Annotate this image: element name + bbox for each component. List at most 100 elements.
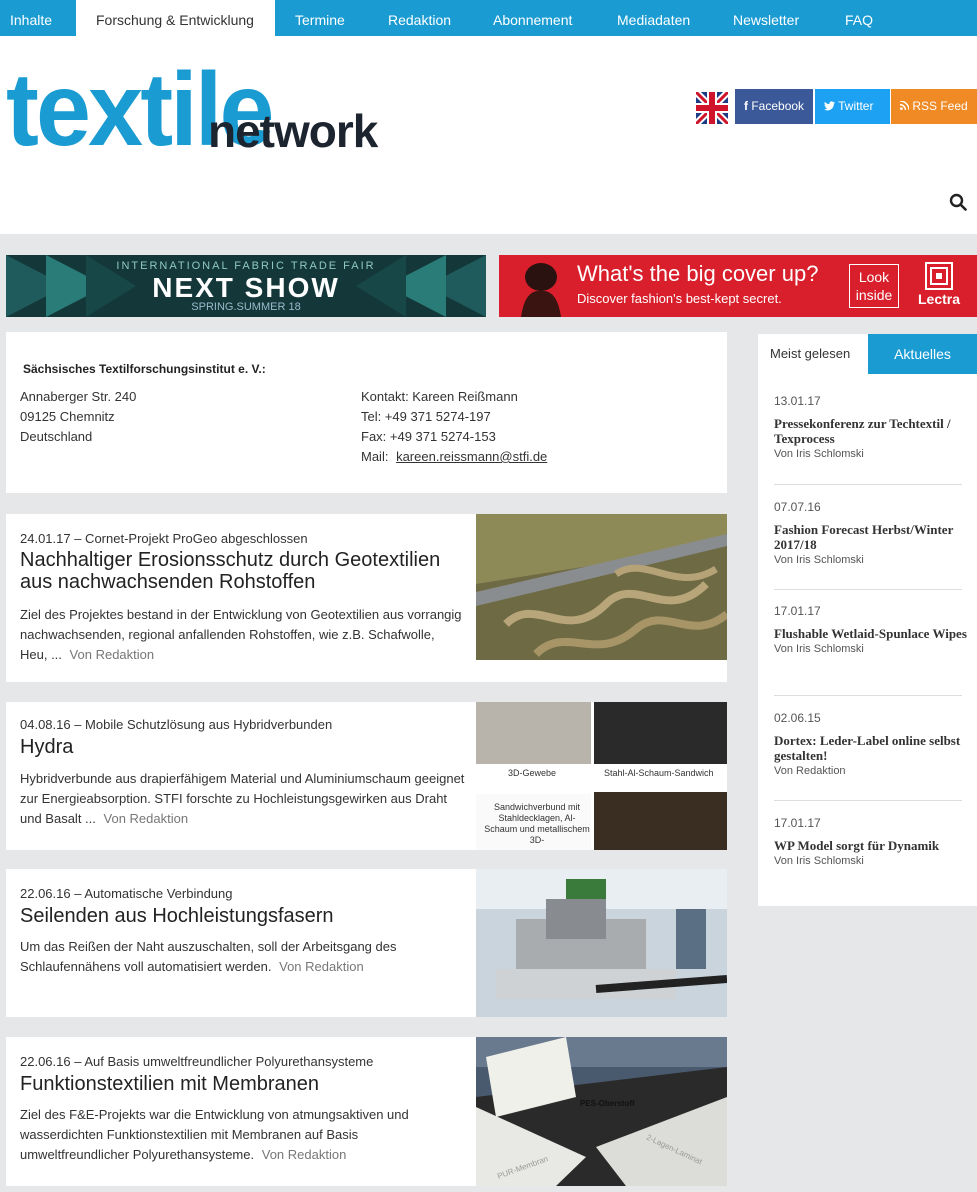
article-image[interactable] — [476, 869, 727, 1017]
twitter-label: Twitter — [838, 99, 874, 113]
nav-item-forschung-entwicklung[interactable]: Forschung & Entwicklung — [76, 0, 275, 36]
rss-icon — [899, 99, 912, 113]
sidebar-item-title[interactable]: Dortex: Leder-Label online selbst gestal… — [774, 733, 969, 763]
address-country: Deutschland — [20, 429, 93, 444]
nav-item-abonnement[interactable]: Abonnement — [493, 0, 572, 36]
facebook-label: Facebook — [751, 99, 805, 113]
contact-mail-label: Mail: — [361, 449, 389, 464]
article-title[interactable]: Hydra — [20, 736, 470, 758]
image-caption: PES-Oberstoff — [580, 1099, 635, 1108]
look-inside-label-1: Look — [858, 269, 890, 285]
rss-feed-button[interactable]: RSS Feed — [891, 89, 977, 124]
sidebar-item-title[interactable]: Pressekonferenz zur Techtextil / Texproc… — [774, 416, 969, 446]
image-caption: Sandwichverbund mit Stahldecklagen, Al-S… — [484, 802, 590, 845]
twitter-button[interactable]: Twitter — [815, 89, 890, 124]
article-card[interactable]: 24.01.17 – Cornet-Projekt ProGeo abgesch… — [6, 514, 727, 682]
article-meta: 04.08.16 – Mobile Schutzlösung aus Hybri… — [20, 717, 333, 732]
sidebar-item-author[interactable]: Von Iris Schlomski — [774, 448, 969, 460]
sidebar-item-date: 02.06.15 — [774, 711, 821, 725]
sidebar-item-title[interactable]: WP Model sorgt für Dynamik — [774, 838, 969, 853]
contact-mail-row: Mail: kareen.reissmann@stfi.de — [361, 449, 547, 464]
nav-item-termine[interactable]: Termine — [295, 0, 345, 36]
lectra-logo: Lectra — [913, 259, 965, 313]
search-icon[interactable] — [949, 193, 967, 211]
image-caption: Stahl-Al-Schaum-Sandwich — [604, 768, 714, 778]
rss-label: RSS Feed — [912, 99, 968, 113]
sidebar-item-date: 13.01.17 — [774, 394, 821, 408]
article-excerpt: Ziel des F&E-Projekts war die Entwicklun… — [20, 1105, 465, 1165]
address-city: 09125 Chemnitz — [20, 409, 115, 424]
banner-subline: Discover fashion's best-kept secret. — [577, 291, 782, 306]
sidebar-list-item[interactable]: 02.06.15 Dortex: Leder-Label online selb… — [774, 711, 969, 777]
look-inside-button[interactable]: Look inside — [849, 264, 899, 308]
nav-item-mediadaten[interactable]: Mediadaten — [617, 0, 690, 36]
sidebar-divider — [774, 800, 962, 801]
banner-person-graphic — [521, 263, 561, 317]
article-author[interactable]: Von Redaktion — [279, 959, 364, 974]
tab-aktuelles[interactable]: Aktuelles — [868, 334, 977, 374]
sidebar-list-item[interactable]: 17.01.17 WP Model sorgt für Dynamik Von … — [774, 816, 969, 867]
institute-address-card: Sächsisches Textilforschungsinstitut e. … — [6, 332, 727, 493]
article-excerpt-text: Ziel des F&E-Projekts war die Entwicklun… — [20, 1107, 409, 1162]
article-meta: 24.01.17 – Cornet-Projekt ProGeo abgesch… — [20, 531, 308, 546]
banner-headline: NEXT SHOW — [152, 272, 340, 303]
article-author[interactable]: Von Redaktion — [70, 647, 155, 662]
nav-item-faq[interactable]: FAQ — [845, 0, 873, 36]
article-card[interactable]: 22.06.16 – Auf Basis umweltfreundlicher … — [6, 1037, 727, 1186]
article-image[interactable]: PES-Oberstoff PUR-Membran 2-Lagen-Lamina… — [476, 1037, 727, 1186]
sidebar-item-title[interactable]: Flushable Wetlaid-Spunlace Wipes — [774, 626, 969, 641]
address-street: Annaberger Str. 240 — [20, 389, 137, 404]
ad-banner-fabric-trade-fair[interactable]: INTERNATIONAL FABRIC TRADE FAIR NEXT SHO… — [6, 255, 486, 317]
sidebar-divider — [774, 589, 962, 590]
top-navigation: Inhalte Forschung & Entwicklung Termine … — [0, 0, 977, 36]
contact-fax: Fax: +49 371 5274-153 — [361, 429, 496, 444]
article-excerpt: Hybridverbunde aus drapierfähigem Materi… — [20, 769, 465, 829]
article-excerpt-text: Hybridverbunde aus drapierfähigem Materi… — [20, 771, 465, 826]
nav-item-redaktion[interactable]: Redaktion — [388, 0, 451, 36]
ad-banner-lectra[interactable]: What's the big cover up? Discover fashio… — [499, 255, 977, 317]
sidebar-divider — [774, 484, 962, 485]
banner-subtitle: INTERNATIONAL FABRIC TRADE FAIR — [116, 260, 376, 272]
banner-season: SPRING.SUMMER 18 — [191, 301, 301, 313]
sidebar-item-author[interactable]: Von Iris Schlomski — [774, 554, 969, 566]
nav-item-newsletter[interactable]: Newsletter — [733, 0, 799, 36]
facebook-button[interactable]: f Facebook — [735, 89, 813, 124]
contact-mail-link[interactable]: kareen.reissmann@stfi.de — [396, 449, 547, 464]
uk-flag-icon[interactable] — [696, 92, 728, 124]
facebook-icon: f — [744, 99, 748, 113]
lectra-logo-text: Lectra — [917, 291, 961, 307]
lectra-logo-icon — [925, 262, 953, 290]
article-author[interactable]: Von Redaktion — [262, 1147, 347, 1162]
look-inside-label-2: inside — [855, 287, 893, 303]
article-author[interactable]: Von Redaktion — [104, 811, 189, 826]
article-meta: 22.06.16 – Auf Basis umweltfreundlicher … — [20, 1054, 374, 1069]
article-card[interactable]: 04.08.16 – Mobile Schutzlösung aus Hybri… — [6, 702, 727, 850]
article-image[interactable]: 3D-Gewebe Stahl-Al-Schaum-Sandwich Sandw… — [476, 702, 727, 850]
sidebar-divider — [774, 695, 962, 696]
logo-text-network: network — [208, 105, 378, 157]
sidebar-list-item[interactable]: 17.01.17 Flushable Wetlaid-Spunlace Wipe… — [774, 604, 969, 655]
site-header: textile network f Facebook Twitter RSS F… — [0, 36, 977, 234]
contact-person: Kontakt: Kareen Reißmann — [361, 389, 518, 404]
sidebar-widget: Meist gelesen Aktuelles 13.01.17 Pressek… — [758, 334, 977, 906]
article-excerpt: Ziel des Projektes bestand in der Entwic… — [20, 605, 465, 665]
tab-meist-gelesen[interactable]: Meist gelesen — [758, 334, 868, 374]
sidebar-item-author[interactable]: Von Redaktion — [774, 765, 969, 777]
article-title[interactable]: Funktionstextilien mit Membranen — [20, 1073, 470, 1095]
sidebar-item-date: 07.07.16 — [774, 500, 821, 514]
sidebar-item-title[interactable]: Fashion Forecast Herbst/Winter 2017/18 — [774, 522, 969, 552]
article-image[interactable] — [476, 514, 727, 660]
sidebar-item-date: 17.01.17 — [774, 816, 821, 830]
sidebar-item-author[interactable]: Von Iris Schlomski — [774, 855, 969, 867]
sidebar-list-item[interactable]: 13.01.17 Pressekonferenz zur Techtextil … — [774, 394, 969, 460]
article-excerpt: Um das Reißen der Naht auszuschalten, so… — [20, 937, 465, 977]
article-card[interactable]: 22.06.16 – Automatische Verbindung Seile… — [6, 869, 727, 1017]
twitter-icon — [824, 99, 838, 113]
article-title[interactable]: Nachhaltiger Erosionsschutz durch Geotex… — [20, 549, 470, 593]
article-title[interactable]: Seilenden aus Hochleistungsfasern — [20, 905, 470, 927]
sidebar-item-author[interactable]: Von Iris Schlomski — [774, 643, 969, 655]
nav-item-inhalte[interactable]: Inhalte — [10, 0, 52, 36]
institute-name: Sächsisches Textilforschungsinstitut e. … — [23, 362, 266, 376]
banner-headline: What's the big cover up? — [577, 261, 819, 286]
sidebar-list-item[interactable]: 07.07.16 Fashion Forecast Herbst/Winter … — [774, 500, 969, 566]
